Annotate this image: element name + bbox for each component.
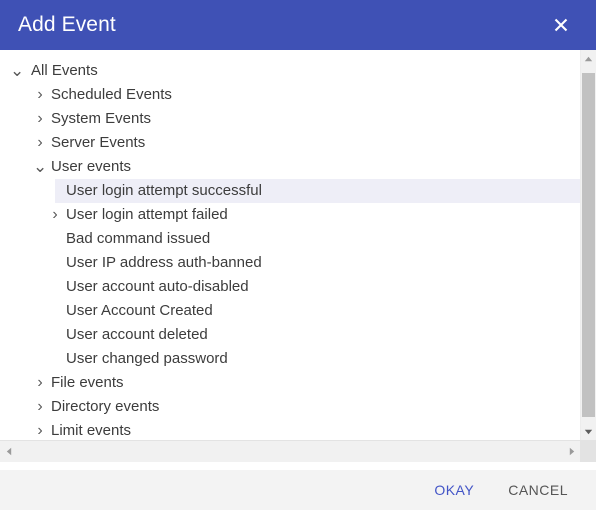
tree-item[interactable]: › Server Events [0,131,580,155]
tree-item[interactable]: › Limit events [0,419,580,440]
tree-item-label: User events [51,158,132,175]
event-tree: ⌄ All Events › Scheduled Events › System Even… [0,50,580,440]
tree-item-label: Directory events [51,398,160,415]
tree-item-label: Server Events [51,134,146,151]
tree-item[interactable]: › System Events [0,107,580,131]
footer-spacer [0,462,596,470]
scroll-down-arrow-icon[interactable] [581,423,596,440]
tree-item-label: Scheduled Events [51,86,172,103]
dialog-title: Add Event [18,13,116,36]
tree-item-label: User changed password [66,350,228,367]
tree-item[interactable]: ⌄ All Events [0,59,580,83]
tree-item[interactable]: User changed password [0,347,580,371]
tree-item-label: User IP address auth-banned [66,254,262,271]
tree-item[interactable]: › Scheduled Events [0,83,580,107]
chevron-right-icon[interactable]: › [33,395,47,419]
tree-item[interactable]: User login attempt successful [0,179,580,203]
horizontal-scrollbar[interactable] [0,440,596,462]
tree-item[interactable]: › File events [0,371,580,395]
tree-item-label: Limit events [51,422,132,439]
tree-item-label: System Events [51,110,152,127]
close-icon[interactable] [544,8,578,42]
tree-item[interactable]: ⌄ User events [0,155,580,179]
tree-item[interactable]: User account auto-disabled [0,275,580,299]
dialog-footer: OKAY CANCEL [0,470,596,510]
cancel-button[interactable]: CANCEL [498,475,578,505]
chevron-right-icon[interactable]: › [48,203,62,227]
okay-button[interactable]: OKAY [424,475,484,505]
vertical-scrollbar[interactable] [580,50,596,440]
chevron-down-icon[interactable]: ⌄ [10,62,24,79]
dialog-titlebar: Add Event [0,0,596,50]
tree-item-label: Bad command issued [66,230,211,247]
chevron-right-icon[interactable]: › [33,371,47,395]
vertical-scrollbar-thumb[interactable] [582,73,595,417]
chevron-right-icon[interactable]: › [33,131,47,155]
tree-item-label: All Events [31,62,98,79]
tree-item-label: User account deleted [66,326,208,343]
tree-item[interactable]: › Directory events [0,395,580,419]
tree-item[interactable]: › User login attempt failed [0,203,580,227]
chevron-right-icon[interactable]: › [33,83,47,107]
chevron-down-icon[interactable]: ⌄ [33,158,47,175]
scrollbar-corner [580,440,596,462]
tree-item[interactable]: User IP address auth-banned [0,251,580,275]
add-event-dialog: Add Event ⌄ All Events › Scheduled Events › S… [0,0,596,510]
dialog-body: ⌄ All Events › Scheduled Events › System Even… [0,50,596,462]
tree-item-label: User account auto-disabled [66,278,249,295]
tree-item-label: User Account Created [66,302,213,319]
event-tree-viewport[interactable]: ⌄ All Events › Scheduled Events › System Even… [0,50,580,440]
tree-item[interactable]: User Account Created [0,299,580,323]
tree-item-label: File events [51,374,124,391]
scroll-right-arrow-icon[interactable] [563,441,580,462]
chevron-right-icon[interactable]: › [33,419,47,440]
tree-item[interactable]: User account deleted [0,323,580,347]
tree-item-label: User login attempt successful [66,182,262,199]
horizontal-scrollbar-track[interactable] [17,441,563,462]
tree-item[interactable]: Bad command issued [0,227,580,251]
chevron-right-icon[interactable]: › [33,107,47,131]
scroll-left-arrow-icon[interactable] [0,441,17,462]
scroll-up-arrow-icon[interactable] [581,50,596,67]
tree-item-label: User login attempt failed [66,206,228,223]
